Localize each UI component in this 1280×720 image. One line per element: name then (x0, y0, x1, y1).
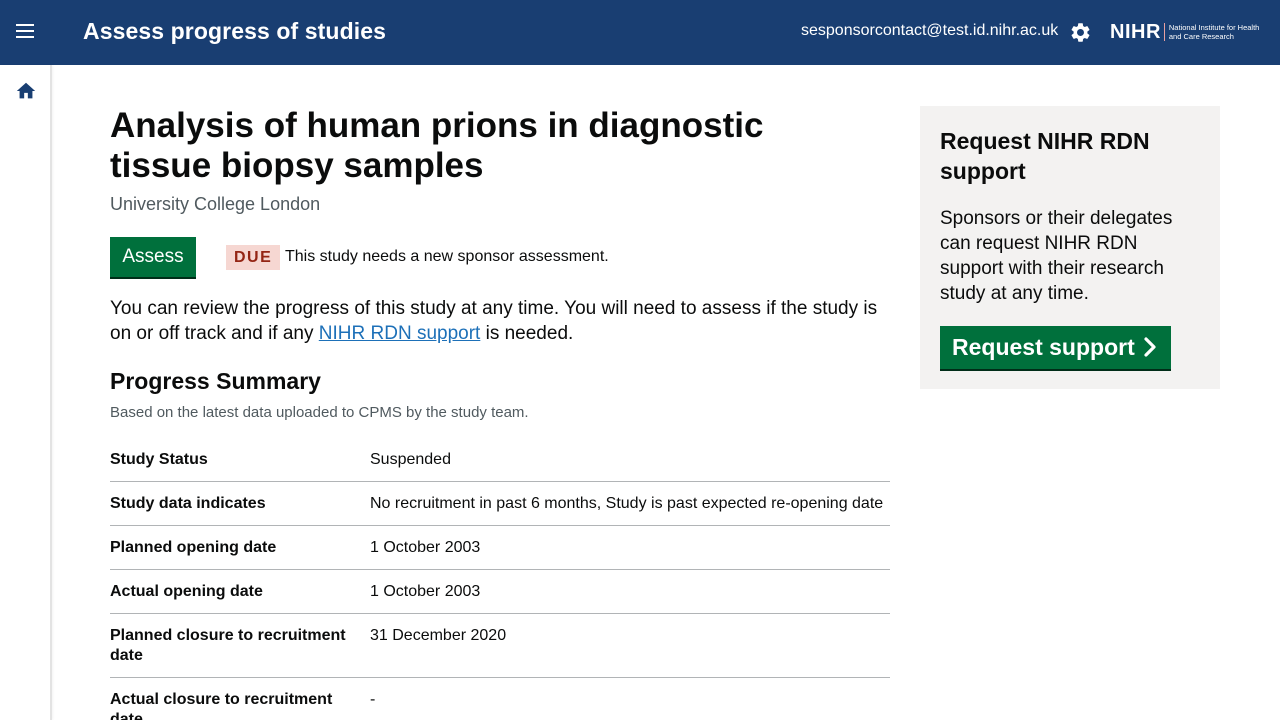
nihr-logo[interactable]: NIHR National Institute for Health and C… (1110, 18, 1274, 46)
chevron-right-icon (1144, 337, 1156, 357)
summary-row-key: Study data indicates (110, 495, 266, 512)
summary-row-value: 31 December 2020 (370, 627, 507, 644)
study-organisation: University College London (110, 194, 321, 214)
user-email: sesponsorcontact@test.id.nihr.ac.uk (801, 22, 1059, 39)
summary-row-key: Planned closure to recruitment date (110, 627, 346, 664)
summary-row-key: Study Status (110, 451, 208, 468)
intro-paragraph: You can review the progress of this stud… (110, 296, 890, 346)
summary-row-value: - (370, 691, 376, 708)
request-support-panel: Request NIHR RDN support Sponsors or the… (920, 106, 1220, 389)
nihr-rdn-support-link[interactable]: NIHR RDN support (319, 323, 481, 344)
progress-summary-table: Study Status Suspended Study data indica… (110, 443, 890, 720)
logo-separator (1163, 23, 1165, 41)
due-status-text: This study needs a new sponsor assessmen… (285, 248, 609, 265)
assessment-status-row: Assess DUE This study needs a new sponso… (110, 237, 890, 277)
app-title: Assess progress of studies (83, 18, 386, 44)
summary-row-value: Suspended (370, 451, 451, 468)
summary-row-key: Actual opening date (110, 583, 263, 600)
home-icon[interactable] (15, 80, 37, 102)
request-support-heading: Request NIHR RDN support (940, 128, 1150, 184)
summary-row: Actual opening date 1 October 2003 (110, 570, 890, 614)
request-support-button[interactable]: Request support (940, 326, 1171, 369)
progress-summary-heading: Progress Summary (110, 368, 321, 394)
main-content: Analysis of human prions in diagnostic t… (110, 106, 890, 720)
logo-main-text: NIHR (1110, 20, 1161, 43)
request-support-button-label: Request support (952, 334, 1135, 360)
summary-row: Study Status Suspended (110, 443, 890, 482)
gear-icon[interactable] (1069, 21, 1092, 44)
summary-row: Planned opening date 1 October 2003 (110, 526, 890, 570)
assess-button[interactable]: Assess (110, 237, 196, 277)
due-status-tag: DUE (226, 245, 281, 270)
logo-sub-text: National Institute for Health and Care R… (1168, 23, 1260, 41)
summary-row-value: 1 October 2003 (370, 583, 481, 600)
hamburger-menu-icon[interactable] (16, 24, 38, 42)
summary-row: Study data indicates No recruitment in p… (110, 482, 890, 526)
request-support-text: Sponsors or their delegates can request … (940, 208, 1173, 304)
top-header: Assess progress of studies sesponsorcont… (0, 0, 1280, 65)
side-navigation (0, 65, 52, 720)
intro-text-end: is needed. (480, 323, 574, 344)
summary-row-key: Actual closure to recruitment date (110, 691, 333, 720)
study-title: Analysis of human prions in diagnostic t… (110, 106, 764, 185)
summary-row: Actual closure to recruitment date - (110, 678, 890, 720)
summary-row-value: No recruitment in past 6 months, Study i… (370, 495, 884, 512)
summary-row: Planned closure to recruitment date 31 D… (110, 614, 890, 678)
summary-row-value: 1 October 2003 (370, 539, 481, 556)
summary-row-key: Planned opening date (110, 539, 277, 556)
progress-summary-description: Based on the latest data uploaded to CPM… (110, 404, 529, 421)
